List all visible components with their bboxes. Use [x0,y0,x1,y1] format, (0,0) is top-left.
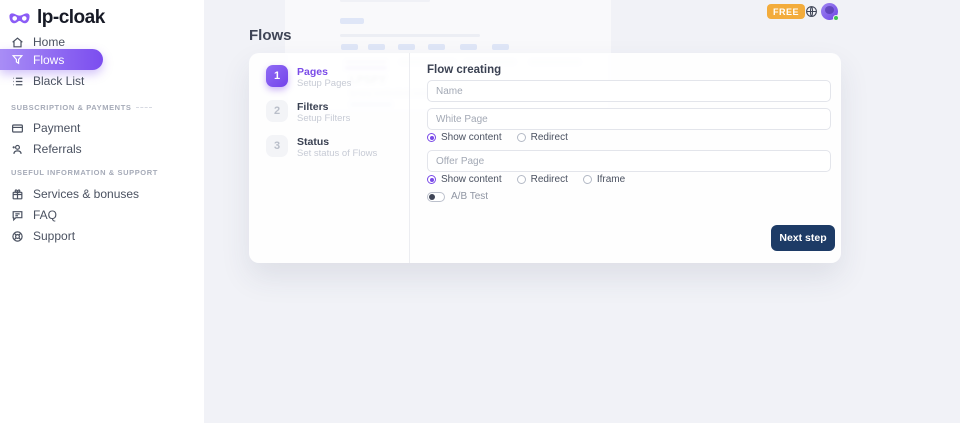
sidebar-item-flows[interactable]: Flows [0,49,103,70]
sidebar-item-support[interactable]: Support [0,225,75,247]
flows-icon [11,53,24,66]
modal-title: Flow creating [427,64,501,76]
white-page-show-content-radio[interactable]: Show content [427,132,502,143]
step-number-badge: 1 [266,65,288,87]
sidebar-item-label: Black List [33,74,84,88]
user-avatar[interactable] [821,3,838,20]
step-subtitle: Setup Filters [297,113,350,124]
toggle-knob [429,194,435,200]
brand-logo[interactable]: lp-cloak [0,0,204,29]
radio-icon [517,133,526,142]
app-screen: LPSPY lpspy.webstick.com.ua Flows FREE l… [0,0,960,423]
ab-test-label: A/B Test [451,191,488,202]
home-icon [11,36,24,49]
plan-badge-button[interactable]: FREE [767,4,805,19]
language-globe-icon[interactable] [805,5,818,18]
sidebar-item-label: FAQ [33,208,57,222]
white-page-input[interactable] [427,108,831,130]
offer-page-redirect-radio[interactable]: Redirect [517,174,568,185]
offer-page-show-content-radio[interactable]: Show content [427,174,502,185]
step-subtitle: Setup Pages [297,78,351,89]
step-title: Pages [297,65,351,78]
flow-creating-modal: 1 Pages Setup Pages 2 Filters Setup Filt… [249,53,841,263]
sidebar-item-label: Referrals [33,142,82,156]
white-page-mode-group: Show content Redirect [427,132,568,143]
sidebar-item-label: Flows [33,53,64,67]
step-number-badge: 2 [266,100,288,122]
page-title: Flows [249,27,292,44]
step-subtitle: Set status of Flows [297,148,377,159]
credit-card-icon [11,122,24,135]
step-number-badge: 3 [266,135,288,157]
list-icon [11,75,24,88]
lifebuoy-icon [11,230,24,243]
ab-test-toggle[interactable] [427,192,445,202]
sidebar-item-services[interactable]: Services & bonuses [0,183,139,205]
sidebar-item-faq[interactable]: FAQ [0,204,57,226]
modal-divider [409,53,410,263]
sidebar: lp-cloak Home Flows Black List SUBSCRIPT… [0,0,204,423]
chat-bubble-icon [11,209,24,222]
radio-icon [427,133,436,142]
gift-icon [11,188,24,201]
step-filters[interactable]: 2 Filters Setup Filters [266,100,350,124]
step-title: Status [297,135,377,148]
sidebar-item-referrals[interactable]: Referrals [0,138,82,160]
sidebar-item-label: Home [33,35,65,49]
offer-page-iframe-radio[interactable]: Iframe [583,174,625,185]
flow-name-input[interactable] [427,80,831,102]
ab-test-row: A/B Test [427,191,488,202]
offer-page-input[interactable] [427,150,831,172]
step-status[interactable]: 3 Status Set status of Flows [266,135,377,159]
radio-icon [427,175,436,184]
step-pages[interactable]: 1 Pages Setup Pages [266,65,351,89]
radio-icon [583,175,592,184]
sidebar-item-label: Services & bonuses [33,187,139,201]
mask-logo-icon [8,11,31,26]
user-plus-icon [11,143,24,156]
brand-name: lp-cloak [37,7,105,29]
sidebar-item-label: Support [33,229,75,243]
sidebar-item-payment[interactable]: Payment [0,117,80,139]
next-step-button[interactable]: Next step [771,225,835,251]
sidebar-item-label: Payment [33,121,80,135]
offer-page-mode-group: Show content Redirect Iframe [427,174,625,185]
step-title: Filters [297,100,350,113]
radio-icon [517,175,526,184]
sidebar-section-subscription: SUBSCRIPTION & PAYMENTS [11,103,152,112]
sidebar-item-black-list[interactable]: Black List [0,70,84,92]
online-status-dot [833,15,839,21]
white-page-redirect-radio[interactable]: Redirect [517,132,568,143]
sidebar-section-support: USEFUL INFORMATION & SUPPORT [11,168,158,177]
